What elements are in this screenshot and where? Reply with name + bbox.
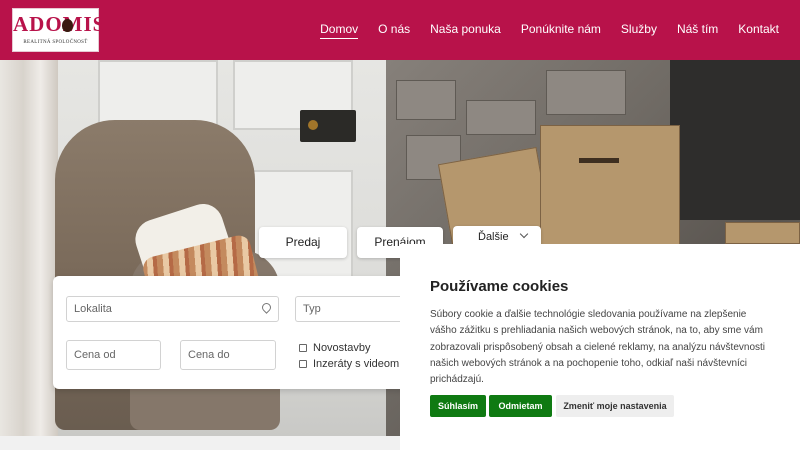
nav-link-o-nas[interactable]: O nás <box>378 22 410 39</box>
more-label: Ďalšie <box>478 231 509 243</box>
nav-link-nasa-ponuka[interactable]: Naša ponuka <box>430 22 501 39</box>
logo-tagline: REALITNÁ SPOLOČNOSŤ <box>23 40 88 45</box>
reject-cookies-button[interactable]: Odmietam <box>489 395 552 417</box>
checkbox-box[interactable] <box>299 344 307 352</box>
cookie-settings-button[interactable]: Zmeniť moje nastavenia <box>556 395 674 417</box>
cookie-title: Používame cookies <box>430 278 569 295</box>
ladybug-icon <box>62 19 73 32</box>
type-placeholder: Typ <box>303 303 321 315</box>
stone-block <box>546 70 626 115</box>
lock-knob <box>308 120 318 130</box>
main-nav: Domov O nás Naša ponuka Ponúknite nám Sl… <box>300 22 779 39</box>
price-from-input[interactable]: Cena od <box>66 340 161 370</box>
nav-link-nas-tim[interactable]: Náš tím <box>677 22 718 39</box>
wood-stove <box>670 60 800 220</box>
stone-block <box>396 80 456 120</box>
cookie-description: Súbory cookie a ďalšie technológie sledo… <box>430 309 766 386</box>
type-select[interactable]: Typ <box>295 296 413 322</box>
checkbox-box[interactable] <box>299 360 307 368</box>
nav-link-kontakt[interactable]: Kontakt <box>738 22 779 39</box>
accept-cookies-button[interactable]: Súhlasím <box>430 395 486 417</box>
price-from-placeholder: Cena od <box>74 349 116 361</box>
logo-wordmark: ADOMIS <box>13 12 106 36</box>
site-logo[interactable]: ADOMIS REALITNÁ SPOLOČNOSŤ <box>12 8 106 52</box>
door-lock <box>300 110 356 142</box>
price-to-placeholder: Cena do <box>188 349 230 361</box>
location-input[interactable]: Lokalita <box>66 296 279 322</box>
price-to-input[interactable]: Cena do <box>180 340 276 370</box>
tab-predaj[interactable]: Predaj <box>259 227 347 258</box>
nav-link-ponuknite-nam[interactable]: Ponúknite nám <box>521 22 601 39</box>
page-content-strip <box>0 436 400 450</box>
location-pin-icon <box>260 301 273 314</box>
wooden-crate <box>725 222 800 244</box>
checkbox-novostavby[interactable]: Novostavby <box>299 342 370 354</box>
crate-slot <box>579 158 619 163</box>
cookie-consent-panel: Používame cookies Súbory cookie a ďalšie… <box>400 244 800 450</box>
hero-curtain <box>0 60 58 436</box>
checkbox-label: Inzeráty s videom <box>313 358 400 370</box>
nav-link-domov[interactable]: Domov <box>320 22 359 39</box>
search-form: Lokalita Typ Cena od Cena do <box>53 276 413 389</box>
chevron-down-icon <box>519 229 528 239</box>
stone-block <box>466 100 536 135</box>
nav-link-sluzby[interactable]: Služby <box>621 22 657 39</box>
checkbox-label: Novostavby <box>313 342 371 354</box>
wooden-crate <box>540 125 680 250</box>
site-header: ADOMIS REALITNÁ SPOLOČNOSŤ Domov O nás N… <box>0 0 800 60</box>
checkbox-inzeraty-s-videom[interactable]: Inzeráty s videom <box>299 358 399 370</box>
location-placeholder: Lokalita <box>74 303 112 315</box>
